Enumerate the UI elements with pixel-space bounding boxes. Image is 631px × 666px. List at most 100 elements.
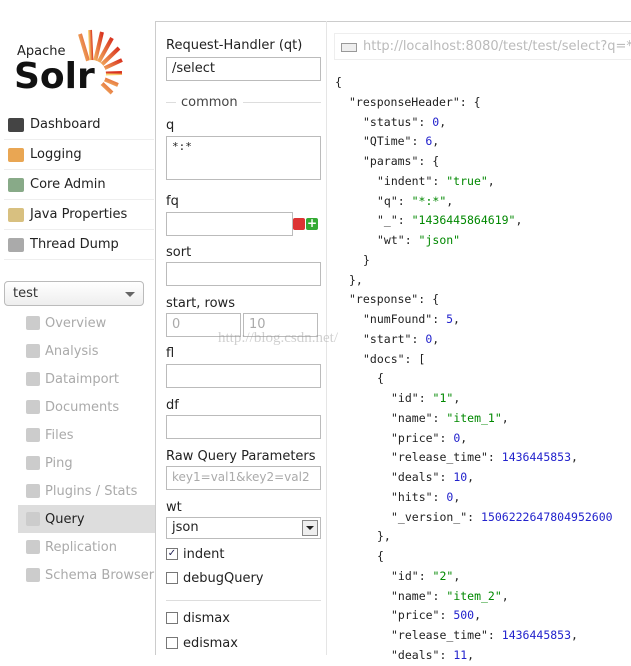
json-punct: , (501, 410, 509, 425)
df-input[interactable] (166, 415, 321, 439)
watermark: http://blog.csdn.net/ (218, 330, 338, 346)
nav-item-core-admin[interactable]: Core Admin (4, 170, 154, 200)
json-line: }, (335, 527, 613, 547)
qt-input[interactable]: /select (166, 57, 321, 81)
nav-item-dashboard[interactable]: Dashboard (4, 110, 154, 140)
indent-checkbox[interactable]: ✓ (166, 548, 178, 560)
fq-input[interactable] (166, 212, 293, 236)
core-menu-ping[interactable]: Ping (18, 449, 155, 477)
core-menu-label: Dataimport (45, 371, 119, 387)
wt-select[interactable]: json (166, 517, 321, 539)
raw-params-input[interactable]: key1=val1&key2=val2 (166, 466, 321, 490)
json-punct: , (432, 134, 440, 149)
json-line: "start": 0, (335, 330, 613, 350)
sort-input[interactable] (166, 262, 321, 286)
solr-logo[interactable]: Apache Solr (14, 28, 124, 98)
json-line: "_version_": 1506222647804952600 (335, 508, 613, 528)
debugquery-label: debugQuery (183, 571, 264, 586)
json-line: "response": { (335, 290, 613, 310)
core-menu-files[interactable]: Files (18, 421, 155, 449)
divider (155, 21, 156, 655)
json-punct: , (467, 470, 475, 484)
json-punct: { (335, 75, 342, 89)
debugquery-checkbox[interactable] (166, 572, 178, 584)
json-line: "numFound": 5, (335, 310, 613, 330)
json-punct: { (425, 154, 440, 168)
edismax-checkbox[interactable] (166, 637, 178, 649)
nav-item-logging[interactable]: Logging (4, 140, 154, 170)
sort-label: sort (166, 245, 192, 260)
json-key: "wt": (377, 233, 419, 247)
json-line: "name": "item_1", (335, 409, 613, 429)
core-menu-schema-browser[interactable]: Schema Browser (18, 561, 155, 589)
json-punct: , (515, 213, 523, 228)
core-menu-query[interactable]: Query (18, 505, 155, 533)
json-line: "wt": "json" (335, 231, 613, 251)
json-line: "id": "2", (335, 567, 613, 587)
json-line: "release_time": 1436445853, (335, 626, 613, 646)
remove-fq-icon[interactable] (293, 218, 305, 230)
chevron-down-icon (125, 292, 135, 302)
json-key: "hits": (391, 489, 447, 504)
fq-label: fq (166, 194, 179, 209)
json-line: "deals": 11, (335, 646, 613, 666)
nav-item-label: Logging (30, 147, 82, 162)
indent-label: indent (183, 547, 225, 562)
json-punct: , (432, 331, 440, 346)
core-menu-dataimport[interactable]: Dataimport (18, 365, 155, 393)
json-punct: , (439, 114, 447, 129)
json-key: "price": (391, 430, 454, 445)
json-punct: , (453, 391, 461, 405)
json-line: "indent": "true", (335, 172, 613, 192)
json-line: { (335, 369, 613, 389)
json-value: 1436445853 (501, 450, 572, 465)
divider (166, 600, 321, 601)
json-key: "release_time": (391, 450, 502, 465)
json-value: "item_2" (446, 588, 502, 603)
raw-params-label: Raw Query Parameters (166, 449, 316, 464)
json-line: }, (335, 271, 613, 291)
core-menu-replication[interactable]: Replication (18, 533, 155, 561)
fl-label: fl (166, 346, 175, 361)
json-punct: { (377, 549, 384, 563)
q-input[interactable]: *:* (166, 136, 321, 180)
json-line: { (335, 73, 613, 93)
nav-item-label: Thread Dump (30, 237, 119, 252)
add-fq-icon[interactable]: + (306, 217, 318, 230)
json-key: "params": (363, 154, 426, 168)
json-value: 10 (453, 470, 468, 484)
core-menu-overview[interactable]: Overview (18, 309, 155, 337)
core-menu-documents[interactable]: Documents (18, 393, 155, 421)
json-punct: [ (411, 351, 426, 366)
json-key: "name": (391, 410, 447, 425)
dismax-checkbox[interactable] (166, 612, 178, 624)
nav-item-thread-dump[interactable]: Thread Dump (4, 230, 154, 260)
json-punct: , (446, 193, 454, 208)
nav-item-label: Dashboard (30, 117, 101, 132)
json-line: "price": 500, (335, 606, 613, 626)
nav-item-java-properties[interactable]: Java Properties (4, 200, 154, 230)
json-key: "responseHeader": (349, 94, 467, 109)
json-line: { (335, 547, 613, 567)
json-line: "hits": 0, (335, 488, 613, 508)
json-line: "price": 0, (335, 429, 613, 449)
json-value: 500 (453, 608, 475, 623)
json-key: "id": (391, 568, 433, 583)
core-selector[interactable]: test (4, 281, 144, 306)
edismax-label: edismax (183, 636, 238, 651)
request-url-link[interactable]: http://localhost:8080/test/test/select?q… (334, 33, 631, 60)
core-menu-label: Overview (45, 315, 107, 331)
request-url: http://localhost:8080/test/test/select?q… (363, 39, 631, 54)
json-key: "QTime": (363, 134, 426, 149)
json-line: "q": "*:*", (335, 192, 613, 212)
fl-input[interactable] (166, 364, 321, 388)
json-value: 1436445853 (501, 628, 572, 642)
dashboard-icon (8, 117, 24, 132)
url-menu-icon[interactable] (341, 43, 357, 52)
nav-item-label: Core Admin (30, 177, 106, 192)
json-line: "docs": [ (335, 350, 613, 370)
core-menu-plugins-stats[interactable]: Plugins / Stats (18, 477, 155, 505)
json-value: "*:*" (411, 193, 447, 208)
core-menu-label: Analysis (45, 343, 99, 359)
core-menu-analysis[interactable]: Analysis (18, 337, 155, 365)
